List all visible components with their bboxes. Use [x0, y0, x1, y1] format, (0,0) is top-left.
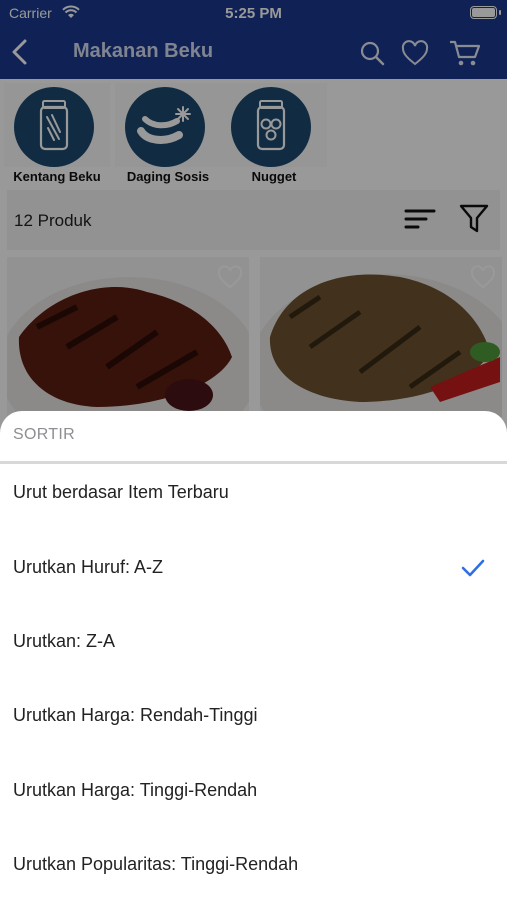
sort-sheet: SORTIR Urut berdasar Item Terbaru Urutka…	[0, 411, 507, 900]
sheet-title: SORTIR	[13, 426, 75, 443]
sort-option-z-a[interactable]: Urutkan: Z-A	[0, 607, 507, 681]
sort-option-popularity[interactable]: Urutkan Popularitas: Tinggi-Rendah	[0, 830, 507, 900]
sort-option-label: Urutkan Popularitas: Tinggi-Rendah	[13, 854, 299, 874]
sort-option-label: Urutkan Harga: Rendah-Tinggi	[13, 705, 258, 725]
sort-option-label: Urut berdasar Item Terbaru	[13, 482, 229, 502]
sort-option-label: Urutkan: Z-A	[13, 631, 116, 651]
sort-option-price-asc[interactable]: Urutkan Harga: Rendah-Tinggi	[0, 681, 507, 755]
sort-option-newest[interactable]: Urut berdasar Item Terbaru	[0, 458, 507, 532]
sort-option-price-desc[interactable]: Urutkan Harga: Tinggi-Rendah	[0, 756, 507, 830]
sort-option-label: Urutkan Huruf: A-Z	[13, 557, 164, 577]
checkmark-icon	[461, 559, 485, 577]
sort-option-a-z[interactable]: Urutkan Huruf: A-Z	[0, 533, 507, 607]
sort-option-label: Urutkan Harga: Tinggi-Rendah	[13, 780, 258, 800]
